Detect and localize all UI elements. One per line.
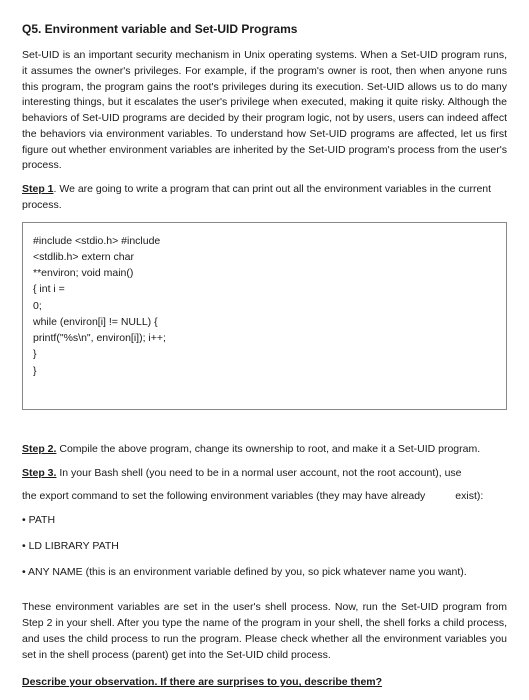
step-3-exist: exist):	[455, 489, 483, 505]
step-3-export-text: the export command to set the following …	[22, 490, 425, 502]
final-question: Describe your observation. If there are …	[22, 675, 507, 691]
intro-paragraph: Set-UID is an important security mechani…	[22, 48, 507, 174]
code-block: #include <stdio.h> #include <stdlib.h> e…	[22, 222, 507, 410]
step-3-text: In your Bash shell (you need to be in a …	[56, 467, 461, 479]
step-1: Step 1. We are going to write a program …	[22, 182, 507, 214]
question-title: Q5. Environment variable and Set-UID Pro…	[22, 20, 507, 38]
bullet-path: • PATH	[22, 513, 507, 529]
closing-paragraph: These environment variables are set in t…	[22, 600, 507, 663]
bullet-ld-library-path: • LD LIBRARY PATH	[22, 539, 507, 555]
step-1-text: . We are going to write a program that c…	[22, 183, 491, 211]
step-3-line2: the export command to set the following …	[22, 489, 507, 505]
bullet-any-name: • ANY NAME (this is an environment varia…	[22, 565, 507, 581]
step-3-label: Step 3.	[22, 467, 56, 479]
step-2-label: Step 2.	[22, 443, 56, 455]
step-1-label: Step 1	[22, 183, 54, 195]
step-3: Step 3. In your Bash shell (you need to …	[22, 466, 507, 482]
step-2-text: Compile the above program, change its ow…	[56, 443, 480, 455]
step-2: Step 2. Compile the above program, chang…	[22, 442, 507, 458]
